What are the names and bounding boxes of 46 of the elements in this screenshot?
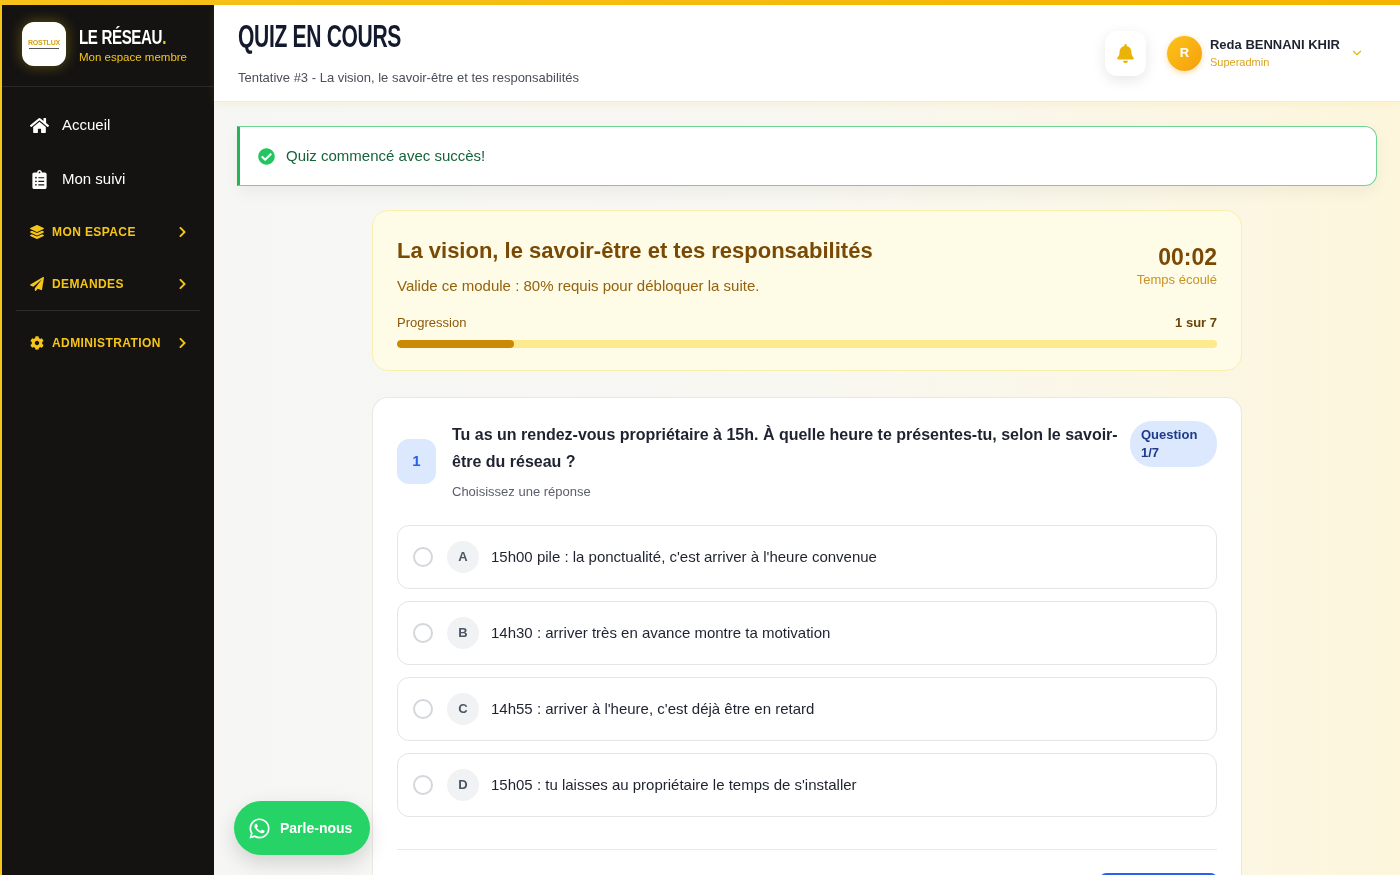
answer-option[interactable]: D 15h05 : tu laisses au propriétaire le temps de s'installer <box>397 753 1217 817</box>
progress-reading: 1 sur 7 <box>1175 315 1217 331</box>
question-text: Tu as un rendez-vous propriétaire à 15h. À quelle heure te présentes-tu, selon le savoir-être du réseau ? <box>452 424 1119 472</box>
option-text: 15h00 pile : la ponctualité, c'est arriver à l'heure convenue <box>491 546 877 567</box>
radio-button[interactable] <box>413 699 433 719</box>
radio-button[interactable] <box>413 775 433 795</box>
option-letter: B <box>447 617 479 649</box>
notifications-button[interactable] <box>1105 30 1146 76</box>
brand-tagline: Mon espace membre <box>79 50 189 65</box>
progress-label: Progression <box>397 315 467 331</box>
clipboard-icon <box>30 169 49 189</box>
question-counter: Question 1/7 <box>1130 421 1217 467</box>
brand-name: LE RÉSEAU. <box>79 25 166 49</box>
timer: 00:02 <box>1158 243 1217 271</box>
user-role: Superadmin <box>1210 55 1271 70</box>
page-title: QUIZ EN COURS <box>238 19 402 54</box>
nav-section[interactable]: MON ESPACE <box>2 206 214 258</box>
question-number: 1 <box>397 439 436 484</box>
option-text: 15h05 : tu laisses au propriétaire le temps de s'installer <box>491 774 857 795</box>
gear-icon <box>30 336 44 350</box>
user-name: Reda BENNANI KHIR <box>1210 36 1340 54</box>
home-icon <box>30 115 49 135</box>
paper-plane-icon <box>30 277 44 291</box>
nav-link[interactable]: Mon suivi <box>2 152 214 206</box>
option-letter: C <box>447 693 479 725</box>
radio-button[interactable] <box>413 547 433 567</box>
option-letter: A <box>447 541 479 573</box>
layers-icon <box>30 225 44 239</box>
answer-option[interactable]: C 14h55 : arriver à l'heure, c'est déjà être en retard <box>397 677 1217 741</box>
answer-option[interactable]: A 15h00 pile : la ponctualité, c'est arriver à l'heure convenue <box>397 525 1217 589</box>
nav-section[interactable]: ADMINISTRATION <box>16 317 200 369</box>
bell-icon <box>1117 43 1134 63</box>
alert-message: Quiz commencé avec succès! <box>286 145 486 166</box>
module-requirement: Valide ce module : 80% requis pour débloquer la suite. <box>397 277 761 295</box>
answer-option[interactable]: B 14h30 : arriver très en avance montre ta motivation <box>397 601 1217 665</box>
nav-section[interactable]: DEMANDES <box>2 258 214 310</box>
timer-label: Temps écoulé <box>1136 272 1217 288</box>
whatsapp-icon <box>248 816 271 840</box>
option-text: 14h55 : arriver à l'heure, c'est déjà être en retard <box>491 698 815 719</box>
option-letter: D <box>447 769 479 801</box>
question-hint: Choisissez une réponse <box>452 483 592 501</box>
option-text: 14h30 : arriver très en avance montre ta motivation <box>491 622 831 643</box>
module-title: La vision, le savoir-être et tes responsabilités <box>397 237 873 265</box>
page-subtitle: Tentative #3 - La vision, le savoir-être et tes responsabilités <box>238 68 580 87</box>
nav-link[interactable]: Accueil <box>2 98 214 152</box>
radio-button[interactable] <box>413 623 433 643</box>
